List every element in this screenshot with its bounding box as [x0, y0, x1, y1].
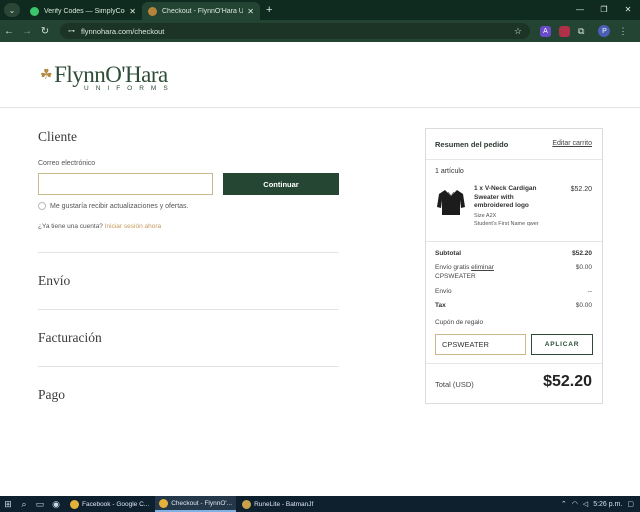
- tax-value: $0.00: [575, 302, 592, 309]
- clock[interactable]: 5:26 p.m.: [593, 501, 622, 508]
- applied-coupon-code: CPSWEATER: [435, 273, 476, 280]
- profile-avatar[interactable]: P: [598, 25, 611, 37]
- payment-section-title[interactable]: Pago: [38, 387, 65, 403]
- close-tab-icon[interactable]: ✕: [247, 7, 254, 16]
- tab-search-icon[interactable]: ⌄: [4, 3, 20, 17]
- tax-label: Tax: [435, 302, 446, 309]
- extension-red-icon[interactable]: [559, 25, 570, 37]
- chrome-icon: [70, 499, 79, 509]
- window-controls: — ❐ ✕: [568, 0, 640, 20]
- email-field[interactable]: [38, 173, 213, 195]
- free-shipping-label: Envío gratis: [435, 264, 470, 271]
- summary-divider: [426, 363, 602, 364]
- items-count: 1 artículo: [435, 168, 464, 175]
- volume-icon[interactable]: ◁: [583, 500, 588, 508]
- wifi-icon[interactable]: ◠: [572, 500, 578, 508]
- chrome-icon[interactable]: ◉: [48, 496, 64, 512]
- task-view-icon[interactable]: ▭: [32, 496, 48, 512]
- billing-section-title[interactable]: Facturación: [38, 330, 102, 346]
- email-label: Correo electrónico: [38, 160, 96, 167]
- restore-icon[interactable]: ❐: [592, 0, 616, 20]
- product-name: 1 x V-Neck Cardigan Sweater with embroid…: [474, 185, 537, 209]
- section-divider: [38, 252, 339, 253]
- forward-icon[interactable]: →: [18, 26, 36, 37]
- product-price: $52.20: [570, 186, 592, 193]
- continue-button[interactable]: Continuar: [223, 173, 339, 195]
- tab-checkout[interactable]: Checkout - FlynnO'Hara Uniforms ✕: [142, 2, 260, 20]
- menu-dots-icon[interactable]: ⋮: [618, 26, 627, 37]
- extensions-puzzle-icon[interactable]: ⧉: [578, 26, 584, 37]
- taskbar-app-label: Facebook - Google C...: [82, 500, 150, 508]
- close-tab-icon[interactable]: ✕: [129, 7, 136, 16]
- shipping-label: Envío: [435, 288, 452, 295]
- windows-taskbar: ⊞ ⌕ ▭ ◉ Facebook - Google C... Checkout …: [0, 496, 640, 512]
- tab-title: Verify Codes — SimplyCodes: [44, 7, 125, 15]
- login-link[interactable]: Iniciar sesión ahora: [105, 223, 161, 230]
- customer-section-title: Cliente: [38, 129, 77, 144]
- taskbar-app-label: Checkout - FlynnO'...: [171, 499, 233, 507]
- site-header: ☘ FlynnO'Hara UNIFORMS: [0, 42, 640, 108]
- coupon-label: Cupón de regalo: [435, 319, 484, 326]
- summary-divider: [426, 159, 602, 160]
- newsletter-checkbox[interactable]: [38, 202, 46, 210]
- newsletter-label: Me gustaría recibir actualizaciones y of…: [50, 202, 189, 210]
- apply-coupon-button[interactable]: APLICAR: [531, 334, 593, 355]
- section-divider: [38, 309, 339, 310]
- summary-divider: [426, 241, 602, 242]
- subtotal-value: $52.20: [572, 250, 592, 257]
- tab-verify-codes[interactable]: Verify Codes — SimplyCodes ✕: [24, 2, 142, 20]
- coupon-input[interactable]: CPSWEATER: [435, 334, 526, 355]
- total-value: $52.20: [543, 373, 592, 390]
- tab-title: Checkout - FlynnO'Hara Uniforms: [162, 7, 244, 15]
- taskbar-app-facebook[interactable]: Facebook - Google C...: [66, 496, 153, 512]
- browser-tab-bar: ⌄ Verify Codes — SimplyCodes ✕ Checkout …: [0, 0, 640, 20]
- taskbar-app-runelite[interactable]: RuneLite - BatmanJf: [238, 496, 317, 512]
- total-label: Total (USD): [435, 380, 474, 389]
- flynnohara-logo[interactable]: ☘ FlynnO'Hara UNIFORMS: [40, 62, 168, 92]
- address-bar[interactable]: ⊶ flynnohara.com/checkout ☆: [60, 23, 530, 39]
- free-shipping-value: $0.00: [575, 264, 592, 271]
- shamrock-icon: ☘: [40, 67, 53, 83]
- taskbar-app-label: RuneLite - BatmanJf: [254, 500, 314, 508]
- close-window-icon[interactable]: ✕: [616, 0, 640, 20]
- flynnohara-favicon-icon: [148, 6, 157, 16]
- runelite-icon: [242, 499, 252, 509]
- show-hidden-icons-icon[interactable]: ⌃: [561, 500, 567, 508]
- windows-start-icon[interactable]: ⊞: [0, 496, 16, 512]
- browser-toolbar: ← → ↻ ⊶ flynnohara.com/checkout ☆ A ⧉ P …: [0, 20, 640, 42]
- product-size: Size A2X: [474, 213, 497, 219]
- notifications-icon[interactable]: ▢: [627, 500, 634, 508]
- search-icon[interactable]: ⌕: [16, 496, 32, 512]
- newsletter-option[interactable]: Me gustaría recibir actualizaciones y of…: [38, 202, 189, 210]
- section-divider: [38, 366, 339, 367]
- bookmark-star-icon[interactable]: ☆: [514, 26, 522, 37]
- site-info-icon[interactable]: ⊶: [68, 27, 75, 35]
- extensions-area: A ⧉ P ⋮: [540, 25, 627, 37]
- remove-coupon-link[interactable]: eliminar: [471, 264, 494, 271]
- login-prompt-row: ¿Ya tiene una cuenta? Iniciar sesión aho…: [38, 223, 161, 230]
- extension-a-icon[interactable]: A: [540, 25, 551, 37]
- shipping-value: --: [587, 288, 592, 295]
- product-personalization: Student's First Name qwer: [474, 221, 539, 227]
- system-tray: ⌃ ◠ ◁ 5:26 p.m. ▢: [561, 496, 634, 512]
- shipping-section-title[interactable]: Envío: [38, 273, 70, 289]
- chrome-icon: [159, 498, 169, 508]
- new-tab-icon[interactable]: +: [266, 4, 272, 16]
- login-prompt-text: ¿Ya tiene una cuenta?: [38, 223, 103, 230]
- taskbar-app-checkout[interactable]: Checkout - FlynnO'...: [155, 496, 237, 512]
- subtotal-label: Subtotal: [435, 250, 461, 257]
- simplycodes-favicon-icon: [30, 6, 39, 16]
- logo-subtitle: UNIFORMS: [84, 85, 175, 92]
- cardigan-product-image: [437, 190, 465, 215]
- back-icon[interactable]: ←: [0, 26, 18, 37]
- summary-title: Resumen del pedido: [435, 140, 509, 149]
- edit-cart-link[interactable]: Editar carrito: [552, 140, 592, 147]
- free-shipping-row: Envío gratis eliminar: [435, 264, 494, 271]
- minimize-icon[interactable]: —: [568, 0, 592, 20]
- url-text[interactable]: flynnohara.com/checkout: [81, 27, 514, 36]
- reload-icon[interactable]: ↻: [36, 26, 54, 37]
- order-summary: Resumen del pedido Editar carrito 1 artí…: [425, 128, 603, 404]
